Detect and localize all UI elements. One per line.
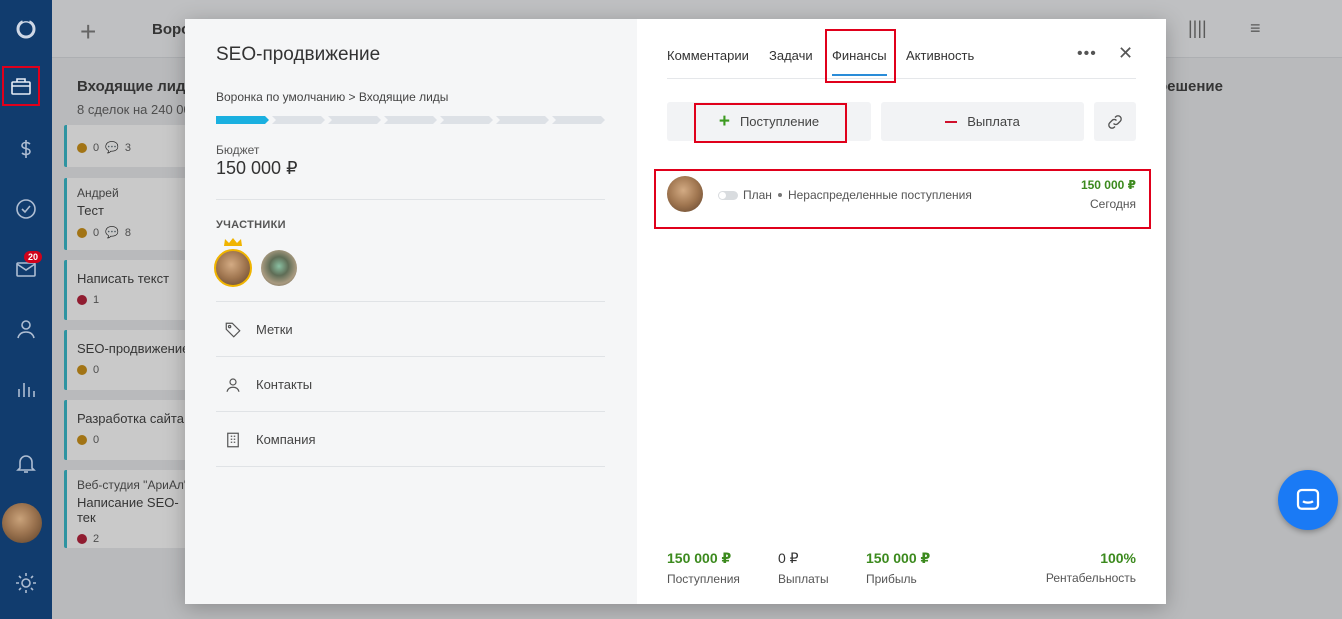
budget-value[interactable]: 150 000 ₽ xyxy=(216,158,298,179)
budget-label: Бюджет xyxy=(216,143,260,157)
finance-panel: Комментарии Задачи Финансы Активность ••… xyxy=(637,19,1166,604)
crown-icon xyxy=(224,238,242,246)
entry-amount: 150 000 ₽ xyxy=(1080,178,1136,192)
deals-icon[interactable] xyxy=(2,66,40,106)
participant-avatar[interactable] xyxy=(261,250,297,286)
tag-icon xyxy=(225,322,241,338)
payout-button[interactable]: Выплата xyxy=(881,102,1084,141)
company-label: Компания xyxy=(256,432,316,447)
minus-icon xyxy=(945,120,958,123)
contacts-icon[interactable] xyxy=(0,307,52,351)
highlight-finance-tab xyxy=(825,29,896,83)
tab-bar: Комментарии Задачи Финансы Активность xyxy=(667,41,1136,79)
tab-activity[interactable]: Активность xyxy=(906,48,974,63)
stage-step[interactable] xyxy=(216,116,269,124)
deal-title[interactable]: SEO-продвижение xyxy=(216,44,380,66)
divider xyxy=(216,466,605,467)
deal-info-panel: SEO-продвижение Воронка по умолчанию > В… xyxy=(185,19,637,604)
highlight-income-button xyxy=(694,103,847,143)
deal-modal: SEO-продвижение Воронка по умолчанию > В… xyxy=(185,19,1166,604)
summary-income: 150 000 ₽ Поступления xyxy=(667,550,740,586)
tab-tasks[interactable]: Задачи xyxy=(769,48,813,63)
stage-step[interactable] xyxy=(552,116,605,124)
participants-label: УЧАСТНИКИ xyxy=(216,219,286,231)
more-icon[interactable]: ••• xyxy=(1077,45,1097,63)
chat-button[interactable] xyxy=(1278,470,1338,530)
stage-step[interactable] xyxy=(328,116,381,124)
tab-comments[interactable]: Комментарии xyxy=(667,48,749,63)
stage-step[interactable] xyxy=(384,116,437,124)
close-icon[interactable]: ✕ xyxy=(1118,43,1133,64)
tags-row[interactable]: Метки xyxy=(216,302,605,357)
logo-icon[interactable] xyxy=(0,6,52,50)
contacts-label: Контакты xyxy=(256,377,313,392)
stage-step[interactable] xyxy=(496,116,549,124)
settings-icon[interactable] xyxy=(0,561,52,605)
entry-date: Сегодня xyxy=(1090,197,1136,211)
plan-label: План xyxy=(743,188,772,202)
person-icon xyxy=(226,377,240,392)
breadcrumb[interactable]: Воронка по умолчанию > Входящие лиды xyxy=(216,90,448,104)
contacts-row[interactable]: Контакты xyxy=(216,357,605,412)
summary-payout: 0 ₽ Выплаты xyxy=(778,550,829,586)
app-sidebar: 20 xyxy=(0,0,52,619)
owner-avatar[interactable] xyxy=(214,249,252,287)
building-icon xyxy=(227,432,239,447)
company-row[interactable]: Компания xyxy=(216,412,605,467)
tasks-icon[interactable] xyxy=(0,187,52,231)
payout-button-label: Выплата xyxy=(967,114,1020,129)
entry-avatar xyxy=(667,176,703,212)
link-icon xyxy=(1108,114,1122,129)
user-avatar[interactable] xyxy=(2,503,42,543)
finance-icon[interactable] xyxy=(0,127,52,171)
summary-rentability: 100% Рентабельность xyxy=(1045,550,1136,585)
entry-category: Нераспределенные поступления xyxy=(787,188,972,202)
stage-progress[interactable] xyxy=(216,116,605,124)
unread-badge: 20 xyxy=(24,251,43,263)
stage-step[interactable] xyxy=(272,116,325,124)
stage-step[interactable] xyxy=(440,116,493,124)
tags-label: Метки xyxy=(256,322,293,337)
reports-icon[interactable] xyxy=(0,367,52,411)
divider xyxy=(216,199,605,200)
link-button[interactable] xyxy=(1094,102,1136,141)
summary-profit: 150 000 ₽ Прибыль xyxy=(866,550,931,586)
notifications-icon[interactable] xyxy=(0,441,52,485)
bullet-separator xyxy=(777,193,782,197)
chat-icon xyxy=(1296,488,1320,510)
plan-toggle[interactable] xyxy=(718,191,738,200)
mail-icon[interactable]: 20 xyxy=(0,247,52,291)
